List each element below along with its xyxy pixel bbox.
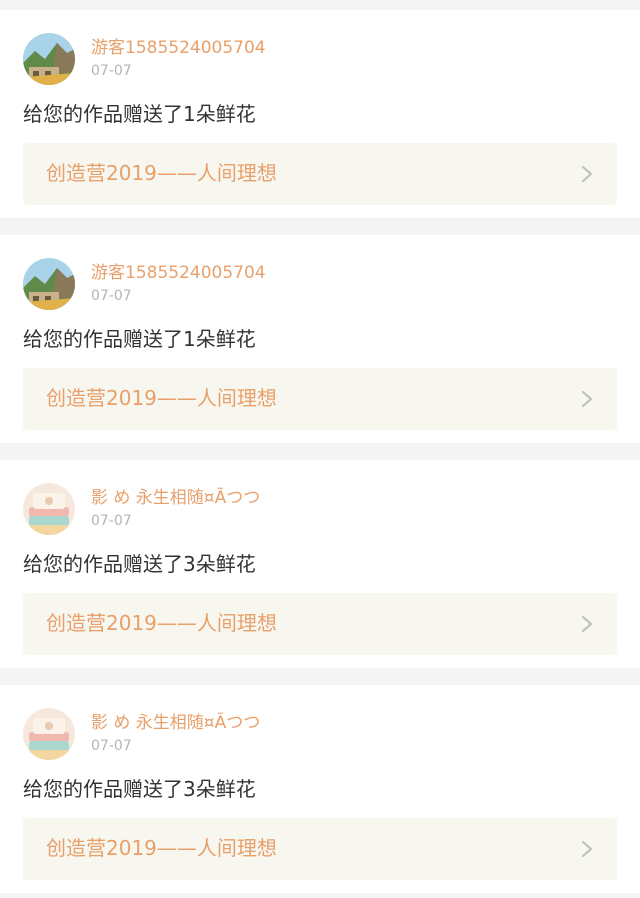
avatar[interactable]	[23, 483, 75, 535]
chevron-right-icon	[582, 166, 592, 182]
work-title: 创造营2019——人间理想	[46, 836, 277, 860]
timestamp: 07-07	[91, 738, 132, 754]
work-title: 创造营2019——人间理想	[46, 161, 277, 185]
gift-message: 给您的作品赠送了3朵鲜花	[23, 552, 256, 576]
avatar[interactable]	[23, 33, 75, 85]
chevron-right-icon	[582, 616, 592, 632]
username[interactable]: 游客1585524005704	[91, 37, 266, 59]
work-link-button[interactable]: 创造营2019——人间理想	[23, 818, 617, 880]
gift-message: 给您的作品赠送了3朵鲜花	[23, 777, 256, 801]
username[interactable]: 游客1585524005704	[91, 262, 266, 284]
pastel-avatar-icon	[23, 483, 75, 535]
timestamp: 07-07	[91, 513, 132, 529]
notification-card: 游客1585524005704 07-07 给您的作品赠送了1朵鲜花 创造营20…	[0, 235, 640, 443]
work-title: 创造营2019——人间理想	[46, 611, 277, 635]
notification-card: 游客1585524005704 07-07 给您的作品赠送了1朵鲜花 创造营20…	[0, 10, 640, 218]
gift-message: 给您的作品赠送了1朵鲜花	[23, 327, 256, 351]
avatar[interactable]	[23, 708, 75, 760]
work-title: 创造营2019——人间理想	[46, 386, 277, 410]
avatar[interactable]	[23, 258, 75, 310]
notification-card: 影 め 永生相随¤Ãつつ 07-07 给您的作品赠送了3朵鲜花 创造营2019—…	[0, 460, 640, 668]
landscape-avatar-icon	[23, 258, 75, 310]
chevron-right-icon	[582, 841, 592, 857]
work-link-button[interactable]: 创造营2019——人间理想	[23, 593, 617, 655]
notification-feed: 游客1585524005704 07-07 给您的作品赠送了1朵鲜花 创造营20…	[0, 0, 640, 893]
timestamp: 07-07	[91, 63, 132, 79]
timestamp: 07-07	[91, 288, 132, 304]
landscape-avatar-icon	[23, 33, 75, 85]
work-link-button[interactable]: 创造营2019——人间理想	[23, 143, 617, 205]
pastel-avatar-icon	[23, 708, 75, 760]
gift-message: 给您的作品赠送了1朵鲜花	[23, 102, 256, 126]
username[interactable]: 影 め 永生相随¤Ãつつ	[91, 487, 260, 509]
chevron-right-icon	[582, 391, 592, 407]
notification-card: 影 め 永生相随¤Ãつつ 07-07 给您的作品赠送了3朵鲜花 创造营2019—…	[0, 685, 640, 893]
work-link-button[interactable]: 创造营2019——人间理想	[23, 368, 617, 430]
username[interactable]: 影 め 永生相随¤Ãつつ	[91, 712, 260, 734]
